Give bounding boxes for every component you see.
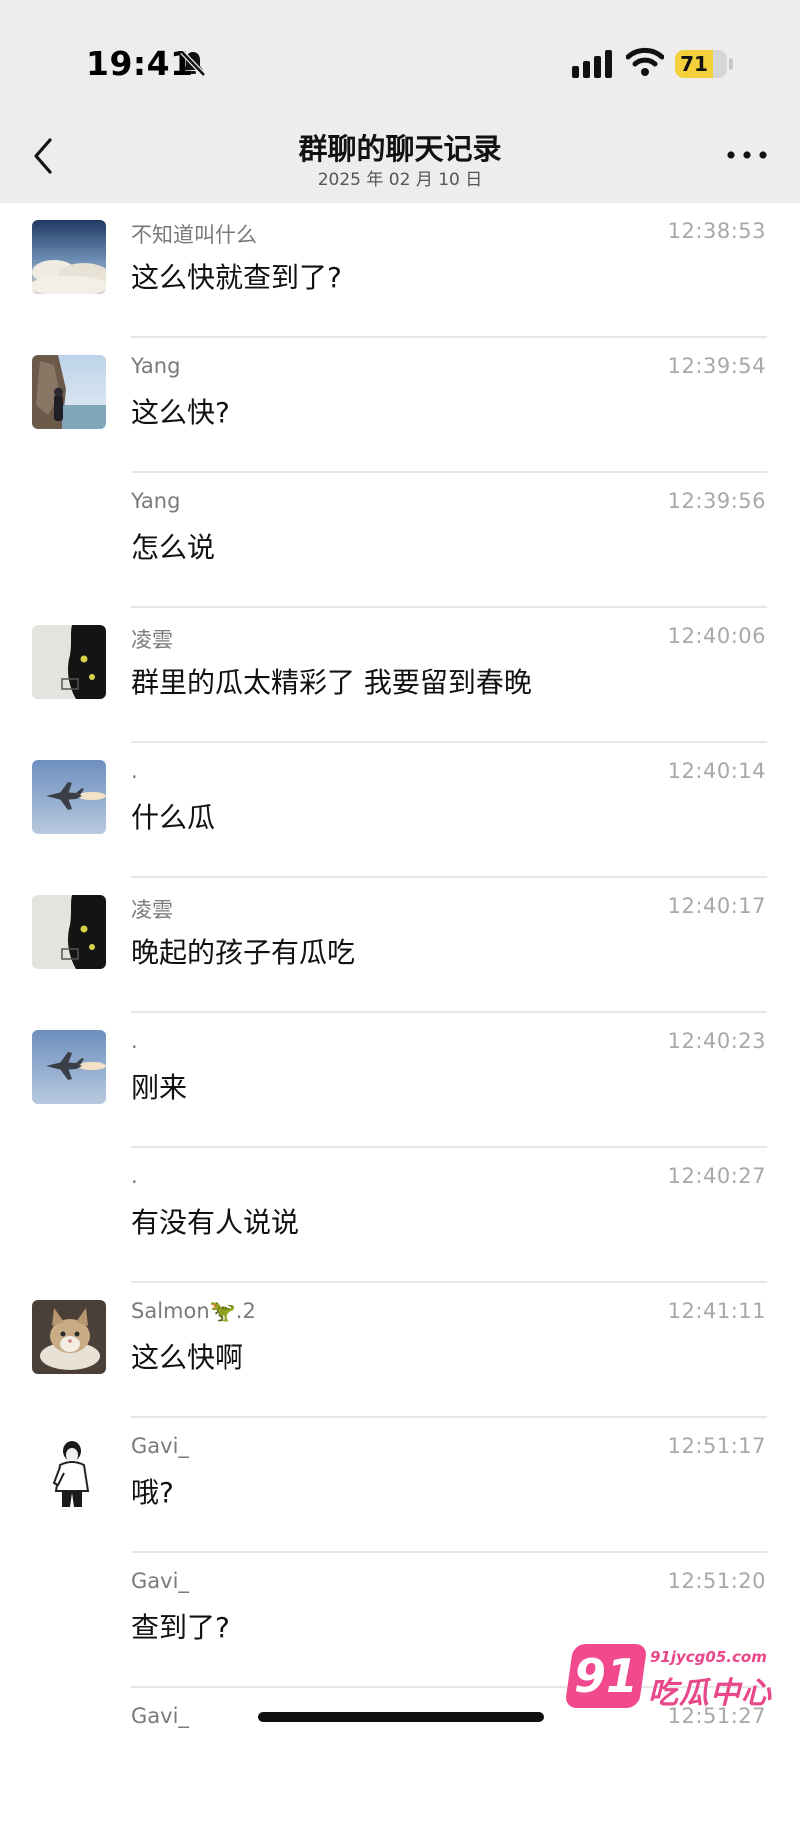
page-title: 群聊的聊天记录 <box>298 132 502 166</box>
message-item[interactable]: Gavi_ 12:51:17 哦? <box>0 1418 800 1553</box>
message-time: 12:39:54 <box>667 354 766 378</box>
message-time: 12:40:06 <box>667 624 766 648</box>
message-time: 12:40:27 <box>667 1164 766 1188</box>
sender-name: Gavi_ <box>131 1704 189 1728</box>
watermark-url: 91jycg05.com <box>650 1648 767 1666</box>
signal-bars-icon <box>572 50 612 78</box>
watermark-name: 吃瓜中心 <box>648 1676 772 1711</box>
battery-icon: 71 <box>675 50 727 78</box>
sender-name: . <box>131 1029 138 1053</box>
chevron-left-icon[interactable] <box>28 136 58 176</box>
ellipsis-icon[interactable] <box>724 140 770 170</box>
message-item[interactable]: 不知道叫什么 12:38:53 这么快就查到了? <box>0 203 800 338</box>
sender-name: 凌雲 <box>131 898 173 922</box>
message-item[interactable]: 凌雲 12:40:06 群里的瓜太精彩了 我要留到春晚 <box>0 608 800 743</box>
watermark-logo: 91 91jycg05.com 吃瓜中心 <box>564 1638 800 1718</box>
message-text: 刚来 <box>131 1071 188 1104</box>
sender-name: Gavi_ <box>131 1569 189 1593</box>
message-text: 有没有人说说 <box>131 1206 300 1239</box>
home-indicator[interactable] <box>258 1712 544 1722</box>
message-time: 12:40:17 <box>667 894 766 918</box>
header: 19:41 71 群聊的聊天记录 2025 年 02 月 10 日 <box>0 0 800 203</box>
sky-clouds-avatar-image <box>32 220 106 294</box>
sender-name: Yang <box>131 489 181 513</box>
message-text: 什么瓜 <box>131 801 216 834</box>
wifi-icon <box>626 47 664 76</box>
message-time: 12:51:17 <box>667 1434 766 1458</box>
person-sketch-avatar-image <box>32 1435 106 1509</box>
fighter-jet-avatar-image <box>32 760 106 834</box>
message-time: 12:40:23 <box>667 1029 766 1053</box>
sender-name: . <box>131 1164 138 1188</box>
bell-slash-icon <box>180 50 206 77</box>
avatar[interactable] <box>32 1435 106 1509</box>
battery-tip <box>729 58 733 70</box>
avatar[interactable] <box>32 1030 106 1104</box>
sender-name: 凌雲 <box>131 628 173 652</box>
message-text: 这么快? <box>131 396 230 429</box>
sender-name: . <box>131 759 138 783</box>
message-item[interactable]: . 12:40:14 什么瓜 <box>0 743 800 878</box>
message-text: 群里的瓜太精彩了 我要留到春晚 <box>131 666 532 699</box>
page-subtitle-date: 2025 年 02 月 10 日 <box>317 170 483 190</box>
avatar[interactable] <box>32 220 106 294</box>
message-text: 哦? <box>131 1476 174 1509</box>
message-time: 12:51:20 <box>667 1569 766 1593</box>
message-item[interactable]: 凌雲 12:40:17 晚起的孩子有瓜吃 <box>0 878 800 1013</box>
avatar[interactable] <box>32 895 106 969</box>
tabby-cat-avatar-image <box>32 1300 106 1374</box>
watermark-badge-text: 91 <box>573 1649 638 1703</box>
message-time: 12:41:11 <box>667 1299 766 1323</box>
sender-name: Gavi_ <box>131 1434 189 1458</box>
sender-name: Salmon🦖.2 <box>131 1299 256 1323</box>
avatar[interactable] <box>32 1300 106 1374</box>
message-text: 这么快就查到了? <box>131 261 342 294</box>
fighter-jet-avatar-image <box>32 1030 106 1104</box>
seaside-rocks-avatar-image <box>32 355 106 429</box>
message-text: 怎么说 <box>131 531 216 564</box>
message-text: 这么快啊 <box>131 1341 244 1374</box>
message-item[interactable]: . 12:40:27 有没有人说说 <box>0 1148 800 1283</box>
message-time: 12:40:14 <box>667 759 766 783</box>
message-item[interactable]: . 12:40:23 刚来 <box>0 1013 800 1148</box>
message-item[interactable]: Yang 12:39:54 这么快? <box>0 338 800 473</box>
sender-name: Yang <box>131 354 181 378</box>
message-text: 晚起的孩子有瓜吃 <box>131 936 356 969</box>
battery-level: 71 <box>680 52 708 76</box>
sender-name: 不知道叫什么 <box>131 223 257 247</box>
message-list: 不知道叫什么 12:38:53 这么快就查到了? Yang 12:39:54 这… <box>0 203 800 1823</box>
avatar[interactable] <box>32 625 106 699</box>
avatar[interactable] <box>32 760 106 834</box>
avatar[interactable] <box>32 355 106 429</box>
message-item[interactable]: Salmon🦖.2 12:41:11 这么快啊 <box>0 1283 800 1418</box>
message-time: 12:38:53 <box>667 219 766 243</box>
black-cat-avatar-image <box>32 625 106 699</box>
message-item[interactable]: Yang 12:39:56 怎么说 <box>0 473 800 608</box>
message-text: 查到了? <box>131 1611 230 1644</box>
message-time: 12:39:56 <box>667 489 766 513</box>
black-cat-avatar-image <box>32 895 106 969</box>
